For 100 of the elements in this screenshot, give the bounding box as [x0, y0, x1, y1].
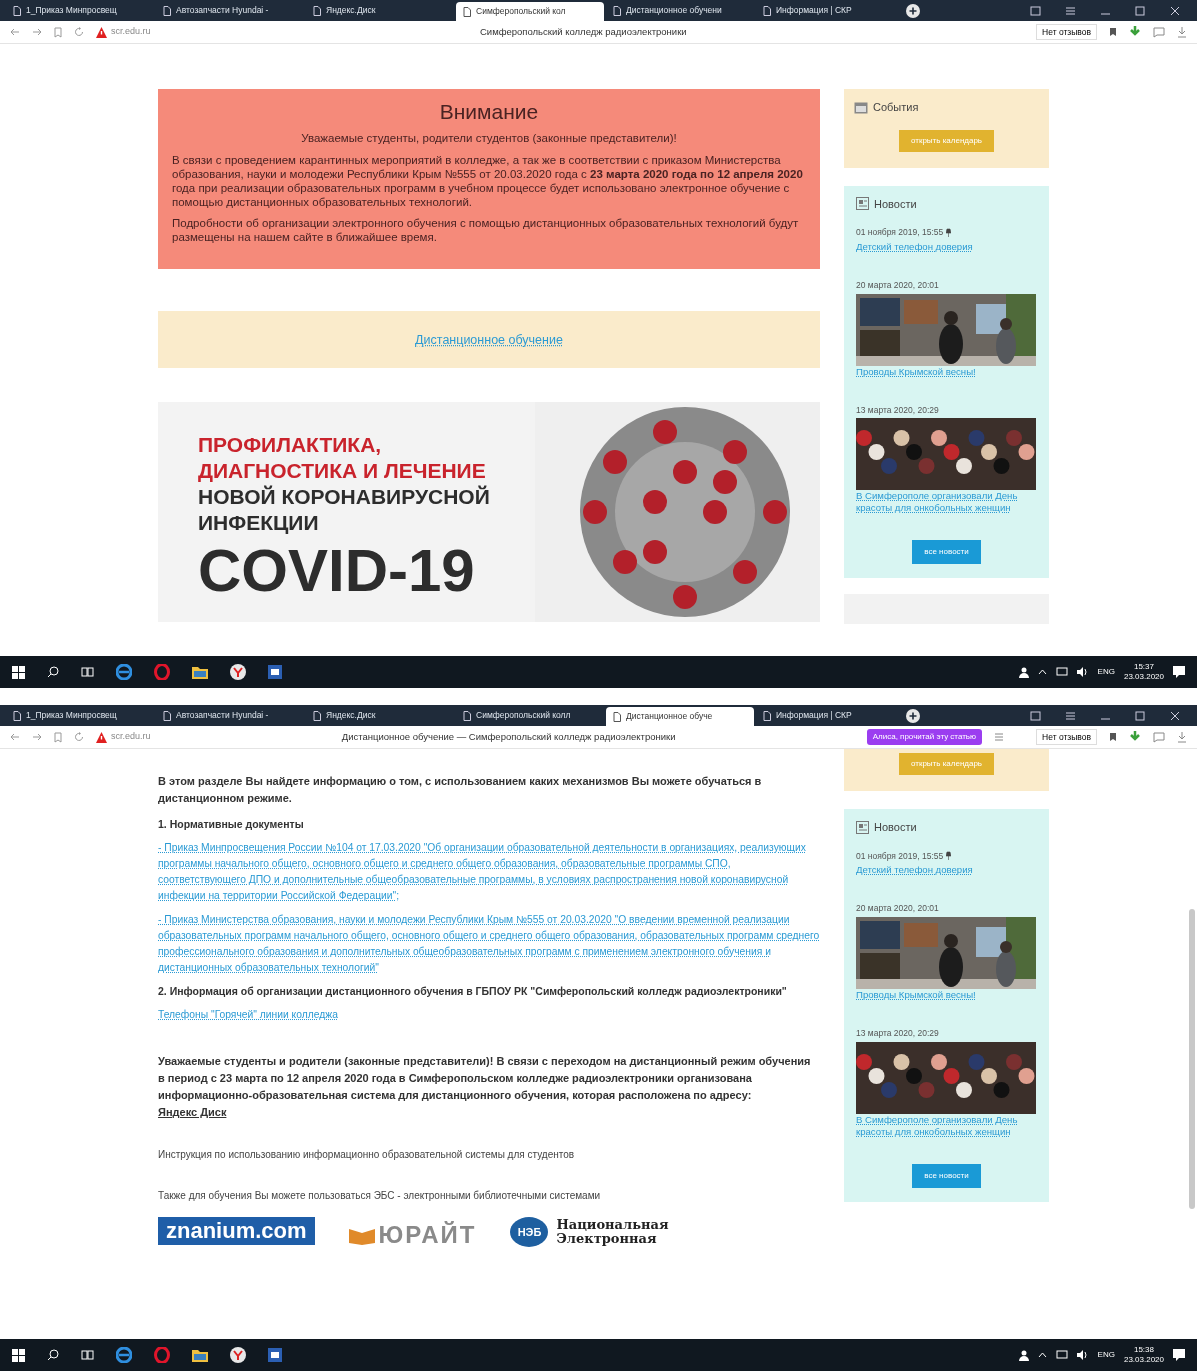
- person-icon[interactable]: [1018, 666, 1029, 678]
- browser-tab[interactable]: Информация | СКР: [756, 1, 904, 20]
- download-icon[interactable]: [1177, 731, 1187, 743]
- edge-icon[interactable]: [116, 664, 132, 680]
- windows-icon[interactable]: [12, 665, 25, 679]
- browser-tab[interactable]: Яндекс.Диск: [306, 706, 454, 725]
- tabs-icon[interactable]: [1030, 5, 1041, 16]
- card-title: Новости: [874, 820, 917, 835]
- page-icon: [463, 6, 471, 17]
- reviews-button[interactable]: Нет отзывов: [1036, 728, 1097, 746]
- browser-tab[interactable]: Автозапчасти Hyundai -: [156, 1, 304, 20]
- page-icon: [613, 711, 621, 722]
- opera-icon[interactable]: [154, 1347, 170, 1363]
- network-icon[interactable]: [1055, 667, 1068, 677]
- new-tab-icon[interactable]: [906, 3, 920, 18]
- banner-text: ДИАГНОСТИКА И ЛЕЧЕНИЕ: [198, 458, 487, 485]
- task-view-icon[interactable]: [81, 1349, 94, 1361]
- page-icon: [313, 5, 321, 16]
- newspaper-icon: [856, 197, 869, 211]
- notification-icon[interactable]: [1173, 1349, 1185, 1361]
- tabs-icon[interactable]: [1030, 710, 1041, 721]
- browser-icon[interactable]: [230, 664, 246, 680]
- address-field[interactable]: scr.edu.ru: [111, 730, 151, 744]
- page-icon: [463, 710, 471, 721]
- maximize-icon[interactable]: [1135, 710, 1146, 721]
- banner-text: ИНФЕКЦИИ: [198, 510, 320, 537]
- maximize-icon[interactable]: [1135, 5, 1146, 16]
- task-view-icon[interactable]: [81, 666, 94, 678]
- browser-tab[interactable]: 1_Приказ Минпросвещ: [6, 706, 154, 725]
- close-icon[interactable]: [1170, 710, 1181, 721]
- folder-icon[interactable]: [192, 1348, 208, 1362]
- notification-icon[interactable]: [1173, 666, 1185, 678]
- forward-icon[interactable]: [32, 27, 42, 37]
- download-icon[interactable]: [1177, 26, 1187, 38]
- browser-tab[interactable]: Дистанционное обуче: [606, 707, 754, 726]
- network-icon[interactable]: [1055, 1350, 1068, 1360]
- document-icon[interactable]: [268, 665, 282, 679]
- urait-logo[interactable]: ЮРАЙТ: [348, 1217, 477, 1253]
- page-icon: [313, 710, 321, 721]
- browser-tab[interactable]: Симферопольский колл: [456, 706, 604, 725]
- alert-text: В связи с проведением карантинных мероприятий в колледже, а так же в соответствии с приказом Министерства образования, науки и молодежи Республики Крым №555 от 20.03.2020 года с 23 марта 2020 года по 12 апреля 2020 года при реализации образовательных программ в учебном процессе будет использовано электронное обучение с помощью дистанционных образовательных технологий.: [172, 153, 804, 210]
- browser-tab[interactable]: Дистанционное обучени: [606, 1, 754, 20]
- back-icon[interactable]: [10, 732, 20, 742]
- news-date: 01 ноября 2019, 15:55: [856, 849, 944, 863]
- document-icon[interactable]: [268, 1348, 282, 1362]
- page-title: Симферопольский колледж радиоэлектроники: [478, 24, 688, 39]
- folder-icon[interactable]: [192, 665, 208, 679]
- banner-headline: COVID-19: [198, 536, 476, 607]
- opera-icon[interactable]: [154, 664, 170, 680]
- address-field[interactable]: scr.edu.ru: [111, 25, 151, 39]
- bookmark-icon[interactable]: [1109, 27, 1117, 37]
- bookmark-icon[interactable]: [1109, 732, 1117, 742]
- page-icon: [763, 5, 771, 16]
- search-icon[interactable]: [47, 1349, 59, 1361]
- clock[interactable]: 15:37 23.03.2020: [1123, 662, 1164, 682]
- reviews-button[interactable]: Нет отзывов: [1036, 23, 1097, 41]
- browser-tab[interactable]: 1_Приказ Минпросвещ: [6, 1, 154, 20]
- neb-logo[interactable]: НЭБ: [510, 1217, 549, 1247]
- page-title: Дистанционное обучение — Симферопольский колледж радиоэлектроники: [340, 729, 677, 744]
- clock[interactable]: 15:38 23.03.2020: [1123, 1345, 1164, 1365]
- chevron-icon[interactable]: [1037, 669, 1047, 675]
- volume-icon[interactable]: [1076, 667, 1089, 677]
- search-icon[interactable]: [47, 666, 59, 678]
- warning-icon: [96, 26, 107, 38]
- browser-icon[interactable]: [230, 1347, 246, 1363]
- menu-icon[interactable]: [1065, 5, 1076, 16]
- news-date: 13 марта 2020, 20:29: [856, 403, 939, 417]
- browser-tab[interactable]: Симферопольский кол: [456, 2, 604, 21]
- card-title: Новости: [874, 196, 917, 212]
- chevron-icon[interactable]: [1037, 1352, 1047, 1358]
- volume-icon[interactable]: [1076, 1350, 1089, 1360]
- language-indicator[interactable]: ENG: [1097, 1349, 1115, 1361]
- windows-icon[interactable]: [12, 1348, 25, 1362]
- document-link[interactable]: - Приказ Минпросвещения России №104 от 17.03.2020 "Об организации образовательной деятельности в организациях, реализующих программы начального общего, основного общего и среднего общего образования, образовательные программы СПО, соответствующего ДПО и дополнительные общеобразовательные программы, в условиях распространения новой коронавирусной инфекции на территории Российской Федерации";: [158, 840, 820, 904]
- znanium-logo[interactable]: znanium.com: [158, 1217, 315, 1245]
- read-aloud-button[interactable]: Алиса, прочитай эту статью: [866, 729, 983, 745]
- calendar-icon: [854, 100, 868, 114]
- person-icon[interactable]: [1018, 1349, 1029, 1361]
- scrollbar[interactable]: [1189, 909, 1195, 1209]
- language-indicator[interactable]: ENG: [1097, 666, 1115, 678]
- paragraph: Инструкция по использованию информационно образовательной системы для студентов: [158, 1148, 576, 1162]
- document-link[interactable]: - Приказ Министерства образования, науки и молодежи Республики Крым №555 от 20.03.2020 "О введении временной реализации образовательных программ начального общего, основного общего и среднего общего образования, образовательных программ среднего профессионального образования и дополнительных общеобразовательных программ с применением электронного обучения и дистанционных образовательных технологий": [158, 912, 820, 976]
- page-icon: [763, 710, 771, 721]
- browser-tab[interactable]: Информация | СКР: [756, 706, 904, 725]
- page-icon: [13, 5, 21, 16]
- yandex-disk-link[interactable]: Яндекс Диск: [158, 1106, 227, 1118]
- download-icon[interactable]: [1129, 731, 1141, 743]
- forward-icon[interactable]: [32, 732, 42, 742]
- library-name: Национальная Электронная: [556, 1218, 669, 1246]
- card-title: События: [873, 100, 919, 115]
- news-date: 20 марта 2020, 20:01: [856, 902, 939, 915]
- edge-icon[interactable]: [116, 1347, 132, 1363]
- download-icon[interactable]: [1129, 26, 1141, 38]
- browser-tab[interactable]: Яндекс.Диск: [306, 1, 454, 20]
- menu-icon[interactable]: [1065, 710, 1076, 721]
- new-tab-icon[interactable]: [906, 708, 920, 723]
- back-icon[interactable]: [10, 27, 20, 37]
- document-link[interactable]: Телефоны "Горячей" линии колледжа: [158, 1007, 820, 1023]
- close-icon[interactable]: [1170, 5, 1181, 16]
- browser-tab[interactable]: Автозапчасти Hyundai -: [156, 706, 304, 725]
